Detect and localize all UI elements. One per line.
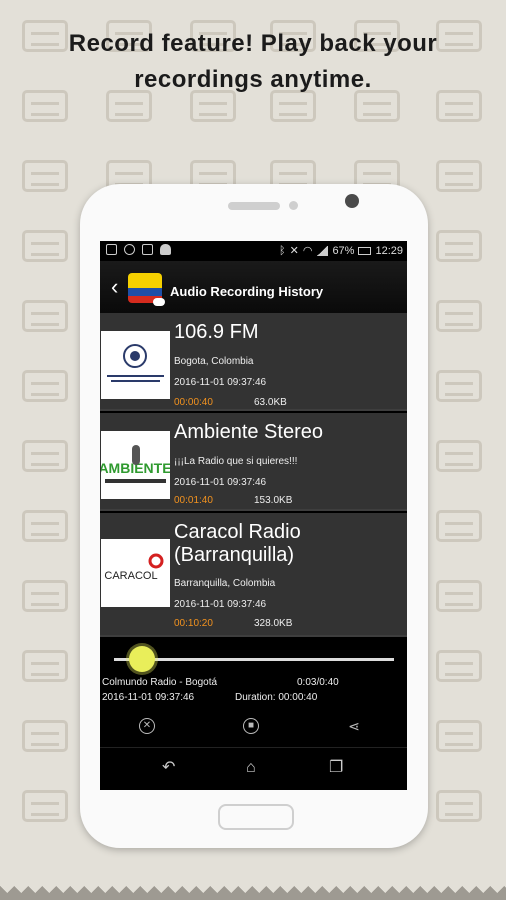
recording-date: 2016-11-01 09:37:46 — [174, 377, 267, 388]
promo-headline-line2: recordings anytime. — [134, 66, 372, 93]
app-screen: ᛒ ✕ ◠ 67% 12:29 ‹ Audio Recording Histor… — [100, 241, 407, 790]
background-radio-icon — [436, 440, 482, 472]
bottom-zigzag-border — [0, 886, 506, 900]
mute-icon: ✕ — [289, 245, 299, 257]
recording-date: 2016-11-01 09:37:46 — [174, 599, 267, 610]
background-radio-icon — [22, 510, 68, 542]
background-radio-icon — [22, 230, 68, 262]
recording-title: Ambiente Stereo — [174, 421, 323, 443]
logo-text: CARACOL — [104, 570, 157, 582]
recording-duration: 00:10:20 — [174, 618, 213, 629]
screenshot-icon — [142, 244, 153, 255]
background-radio-icon — [436, 300, 482, 332]
background-radio-icon — [436, 370, 482, 402]
background-radio-icon — [22, 440, 68, 472]
recording-list: 106.9 FM Bogota, Colombia 2016-11-01 09:… — [100, 313, 407, 639]
background-radio-icon — [22, 650, 68, 682]
app-bar: ‹ Audio Recording History — [100, 261, 407, 313]
android-icon — [160, 244, 171, 255]
recording-size: 153.0KB — [254, 495, 293, 506]
audio-player: Colmundo Radio - Bogotá 0:03/0:40 2016-1… — [100, 639, 407, 747]
background-radio-icon — [22, 790, 68, 822]
background-radio-icon — [436, 580, 482, 612]
station-logo-ambiente: AMBIENTE — [101, 431, 170, 499]
list-item[interactable]: AMBIENTE Ambiente Stereo ¡¡¡La Radio que… — [100, 413, 407, 511]
recording-size: 328.0KB — [254, 618, 293, 629]
list-item[interactable]: CARACOL Caracol Radio (Barranquilla) Bar… — [100, 513, 407, 637]
recording-date: 2016-11-01 09:37:46 — [174, 477, 267, 488]
page-title: Audio Recording History — [170, 284, 324, 299]
signal-icon — [316, 245, 329, 256]
player-station: Colmundo Radio - Bogotá — [102, 677, 218, 688]
recording-title: 106.9 FM — [174, 321, 259, 343]
stop-icon[interactable]: ■ — [243, 718, 259, 734]
android-nav-bar: ↶ ⌂ ❐ — [100, 748, 407, 790]
station-logo-1069 — [101, 331, 170, 399]
recording-size: 63.0KB — [254, 397, 287, 408]
background-radio-icon — [22, 300, 68, 332]
phone-camera — [345, 194, 359, 208]
list-item[interactable]: 106.9 FM Bogota, Colombia 2016-11-01 09:… — [100, 313, 407, 411]
promo-headline: Record feature! Play back your recording… — [0, 26, 506, 98]
promo-headline-line1: Record feature! Play back your — [68, 30, 438, 57]
recording-subtitle: Bogota, Colombia — [174, 356, 254, 367]
phone-sensor — [289, 201, 298, 210]
battery-icon — [358, 246, 372, 255]
background-radio-icon — [436, 650, 482, 682]
usb-icon — [124, 244, 135, 255]
recents-nav-icon[interactable]: ❐ — [329, 760, 343, 776]
recording-duration: 00:01:40 — [174, 495, 213, 506]
player-duration: Duration: 00:00:40 — [235, 692, 318, 703]
recording-title: Caracol Radio (Barranquilla) — [174, 521, 301, 566]
background-radio-icon — [436, 720, 482, 752]
status-bar: ᛒ ✕ ◠ 67% 12:29 — [100, 241, 407, 261]
background-radio-icon — [22, 580, 68, 612]
seek-thumb[interactable] — [129, 646, 155, 672]
recording-subtitle: Barranquilla, Colombia — [174, 578, 276, 589]
wifi-icon: ◠ — [302, 245, 313, 257]
player-date: 2016-11-01 09:37:46 — [102, 692, 195, 703]
recording-subtitle: ¡¡¡La Radio que si quieres!!! — [174, 456, 298, 467]
phone-home-button[interactable] — [218, 804, 294, 830]
background-radio-icon — [22, 370, 68, 402]
notification-icon — [106, 244, 117, 255]
phone-speaker — [228, 202, 280, 210]
background-radio-icon — [436, 230, 482, 262]
background-radio-icon — [22, 720, 68, 752]
background-radio-icon — [436, 510, 482, 542]
bluetooth-icon: ᛒ — [279, 244, 286, 257]
back-chevron-icon[interactable]: ‹ — [111, 276, 118, 298]
seek-bar[interactable] — [114, 658, 394, 661]
background-radio-icon — [22, 160, 68, 192]
share-icon[interactable]: ⋖ — [346, 718, 362, 734]
background-radio-icon — [436, 790, 482, 822]
back-nav-icon[interactable]: ↶ — [162, 760, 175, 776]
close-circle-icon[interactable]: ✕ — [139, 718, 155, 734]
player-position: 0:03/0:40 — [297, 677, 339, 688]
clock: 12:29 — [375, 244, 403, 257]
recording-duration: 00:00:40 — [174, 397, 213, 408]
app-badge-icon — [153, 298, 165, 306]
station-logo-caracol: CARACOL — [101, 539, 170, 607]
home-nav-icon[interactable]: ⌂ — [246, 760, 256, 776]
background-radio-icon — [436, 160, 482, 192]
battery-percent: 67% — [332, 244, 355, 257]
